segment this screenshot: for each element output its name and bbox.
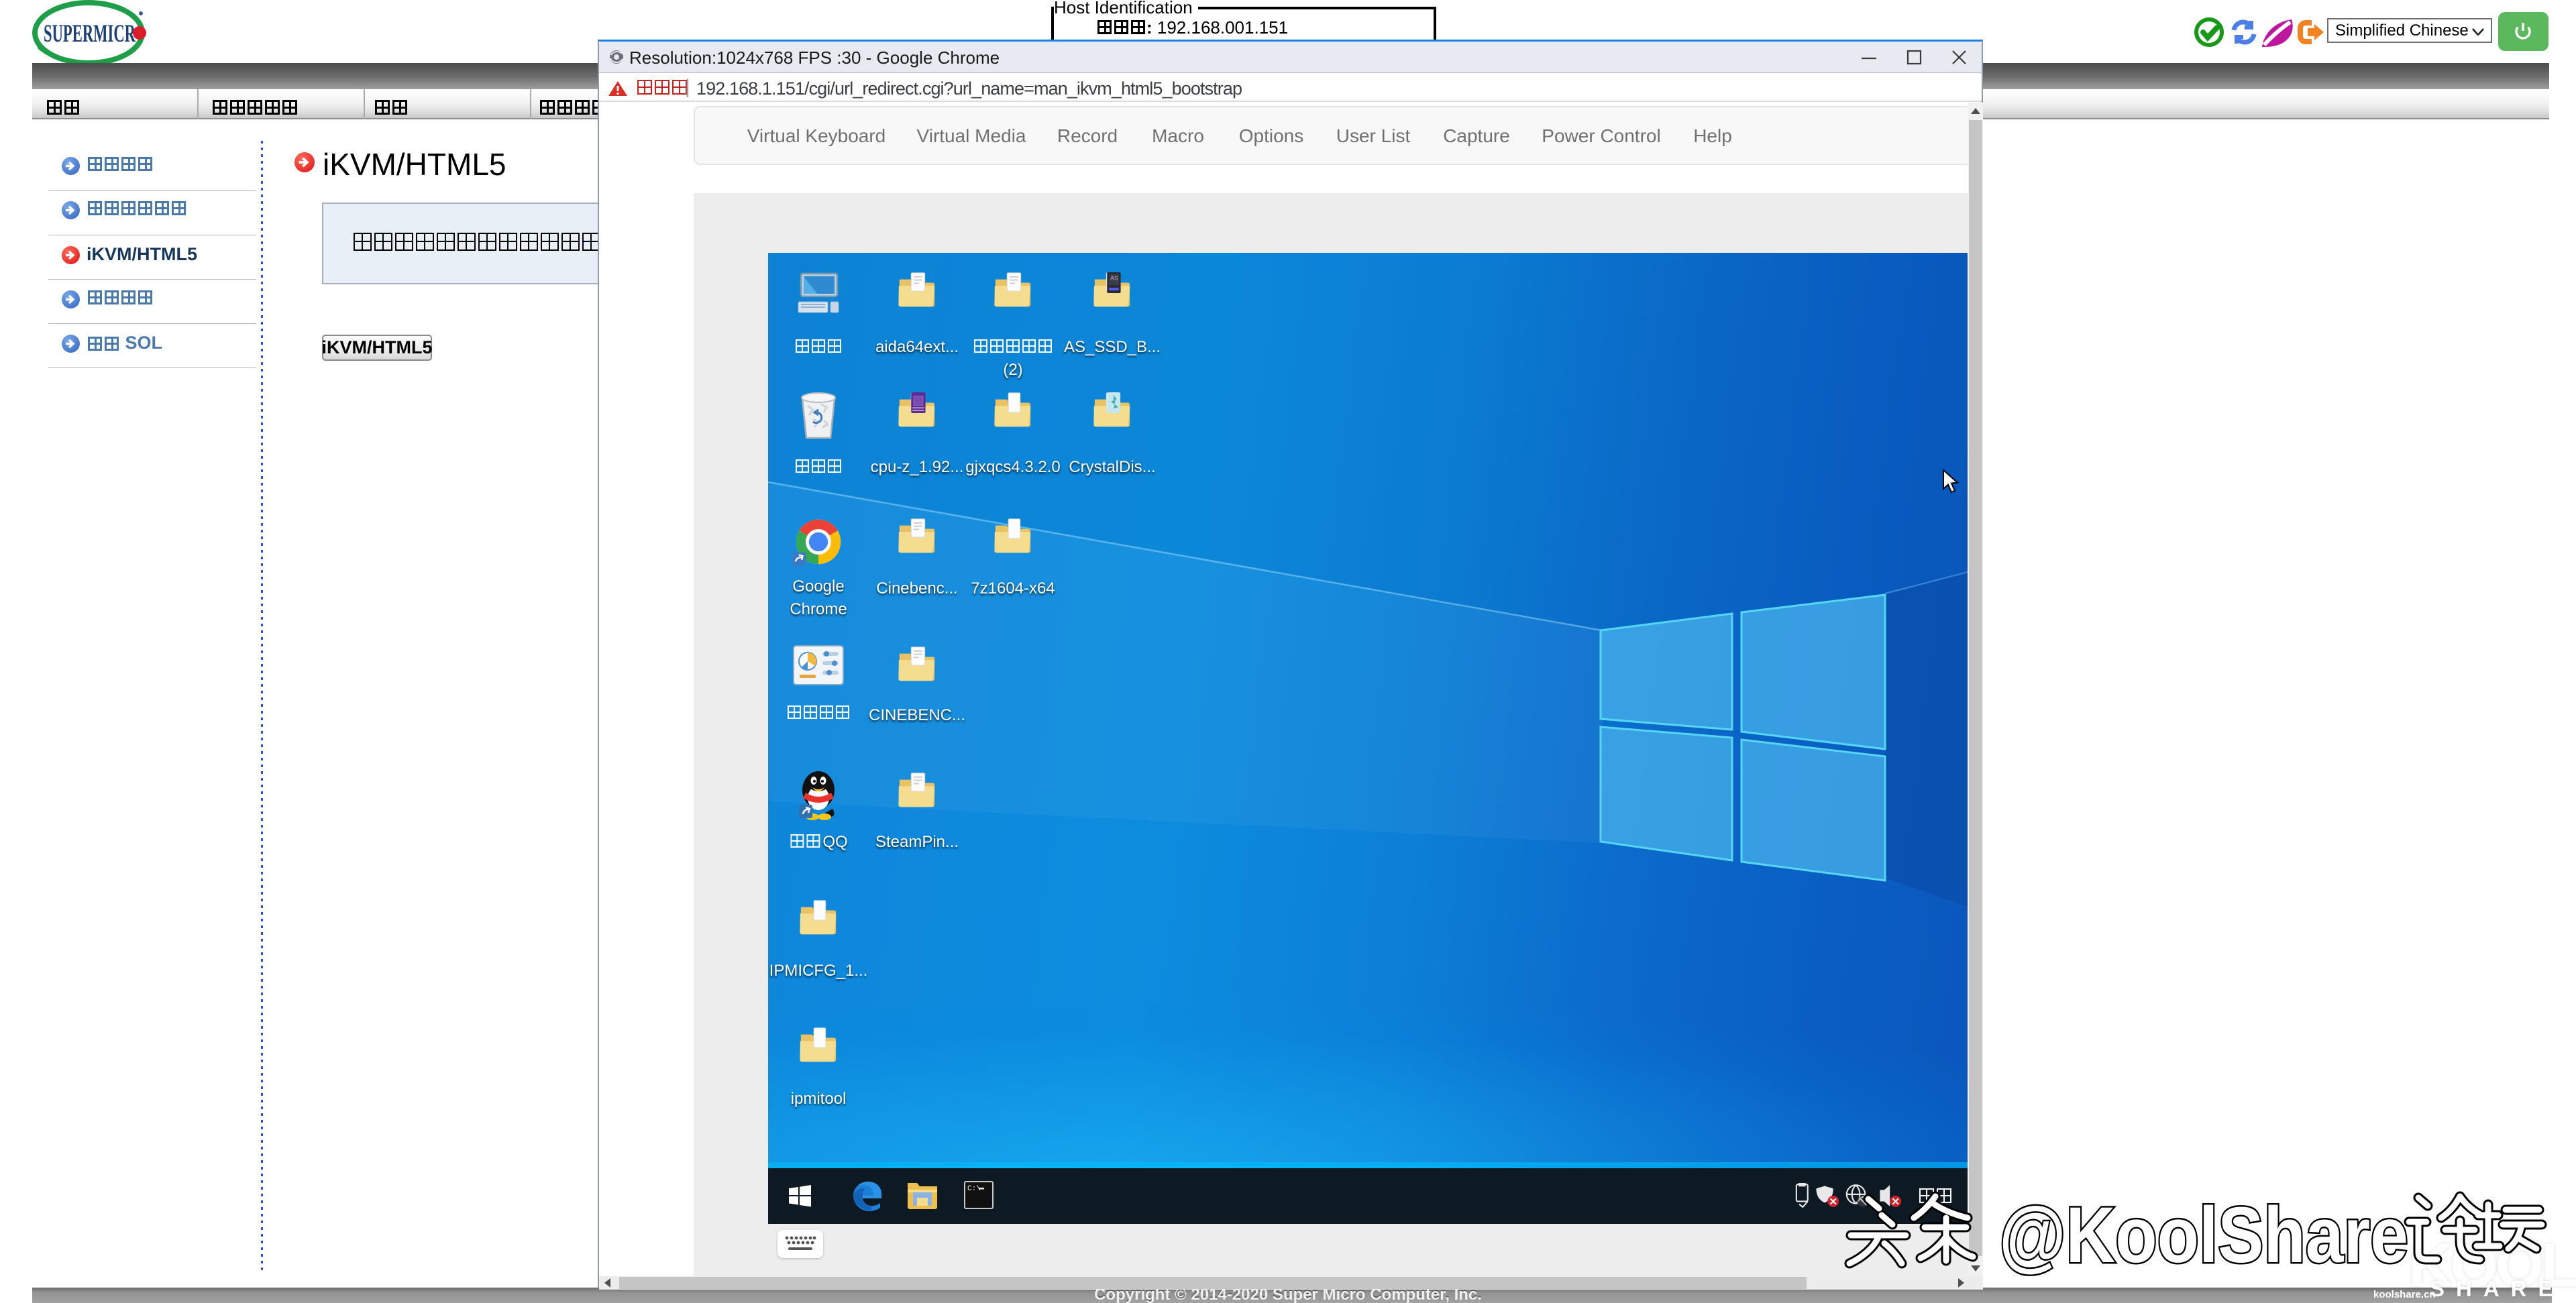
svg-text:SUPERMICR: SUPERMICR [44, 20, 136, 48]
svg-text:C:\: C:\ [967, 1185, 981, 1193]
svg-text:@KoolShare: @KoolShare [1999, 1191, 2408, 1280]
svg-text:AS: AS [1110, 275, 1118, 282]
